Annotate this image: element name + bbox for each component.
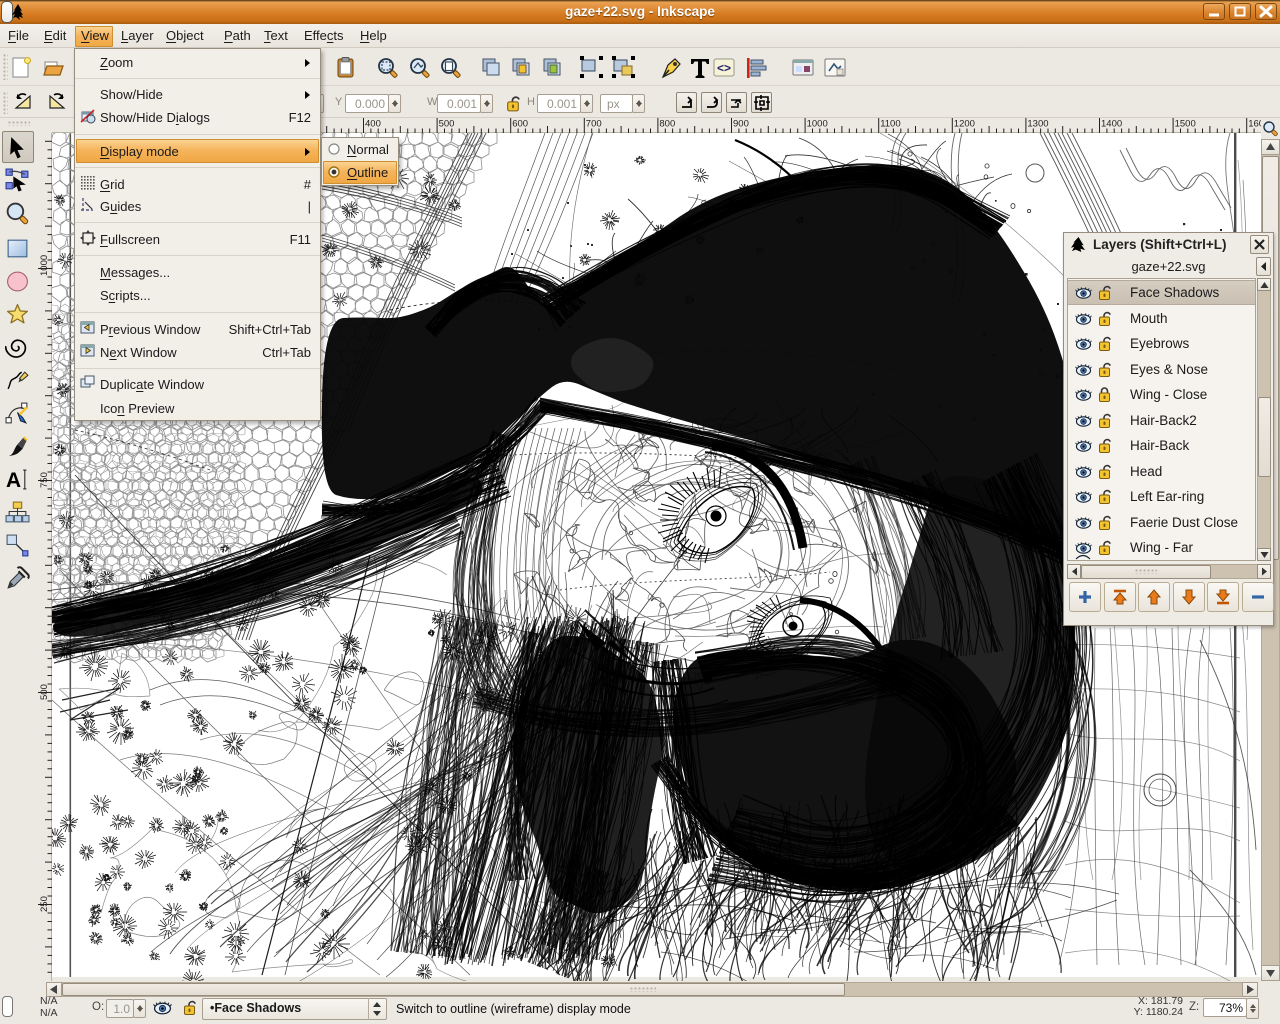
svg-text:1400: 1400	[1101, 119, 1122, 130]
svg-text:<>: <>	[717, 61, 731, 75]
svg-text:250: 250	[39, 896, 50, 912]
svg-text:1100: 1100	[880, 119, 900, 130]
svg-text:1000: 1000	[39, 255, 50, 276]
svg-text:1000: 1000	[807, 119, 828, 130]
svg-text:A: A	[6, 469, 21, 492]
svg-text:750: 750	[39, 472, 50, 488]
svg-text:400: 400	[365, 119, 381, 130]
svg-text:1600: 1600	[1248, 119, 1261, 130]
svg-text:1200: 1200	[954, 119, 975, 130]
svg-text:800: 800	[659, 119, 675, 130]
svg-text:1500: 1500	[1175, 119, 1196, 130]
svg-text:1300: 1300	[1027, 119, 1048, 130]
svg-text:500: 500	[439, 119, 455, 130]
svg-text:600: 600	[512, 119, 528, 130]
svg-text:700: 700	[586, 119, 602, 130]
svg-text:500: 500	[39, 684, 50, 700]
svg-text:900: 900	[733, 119, 749, 130]
